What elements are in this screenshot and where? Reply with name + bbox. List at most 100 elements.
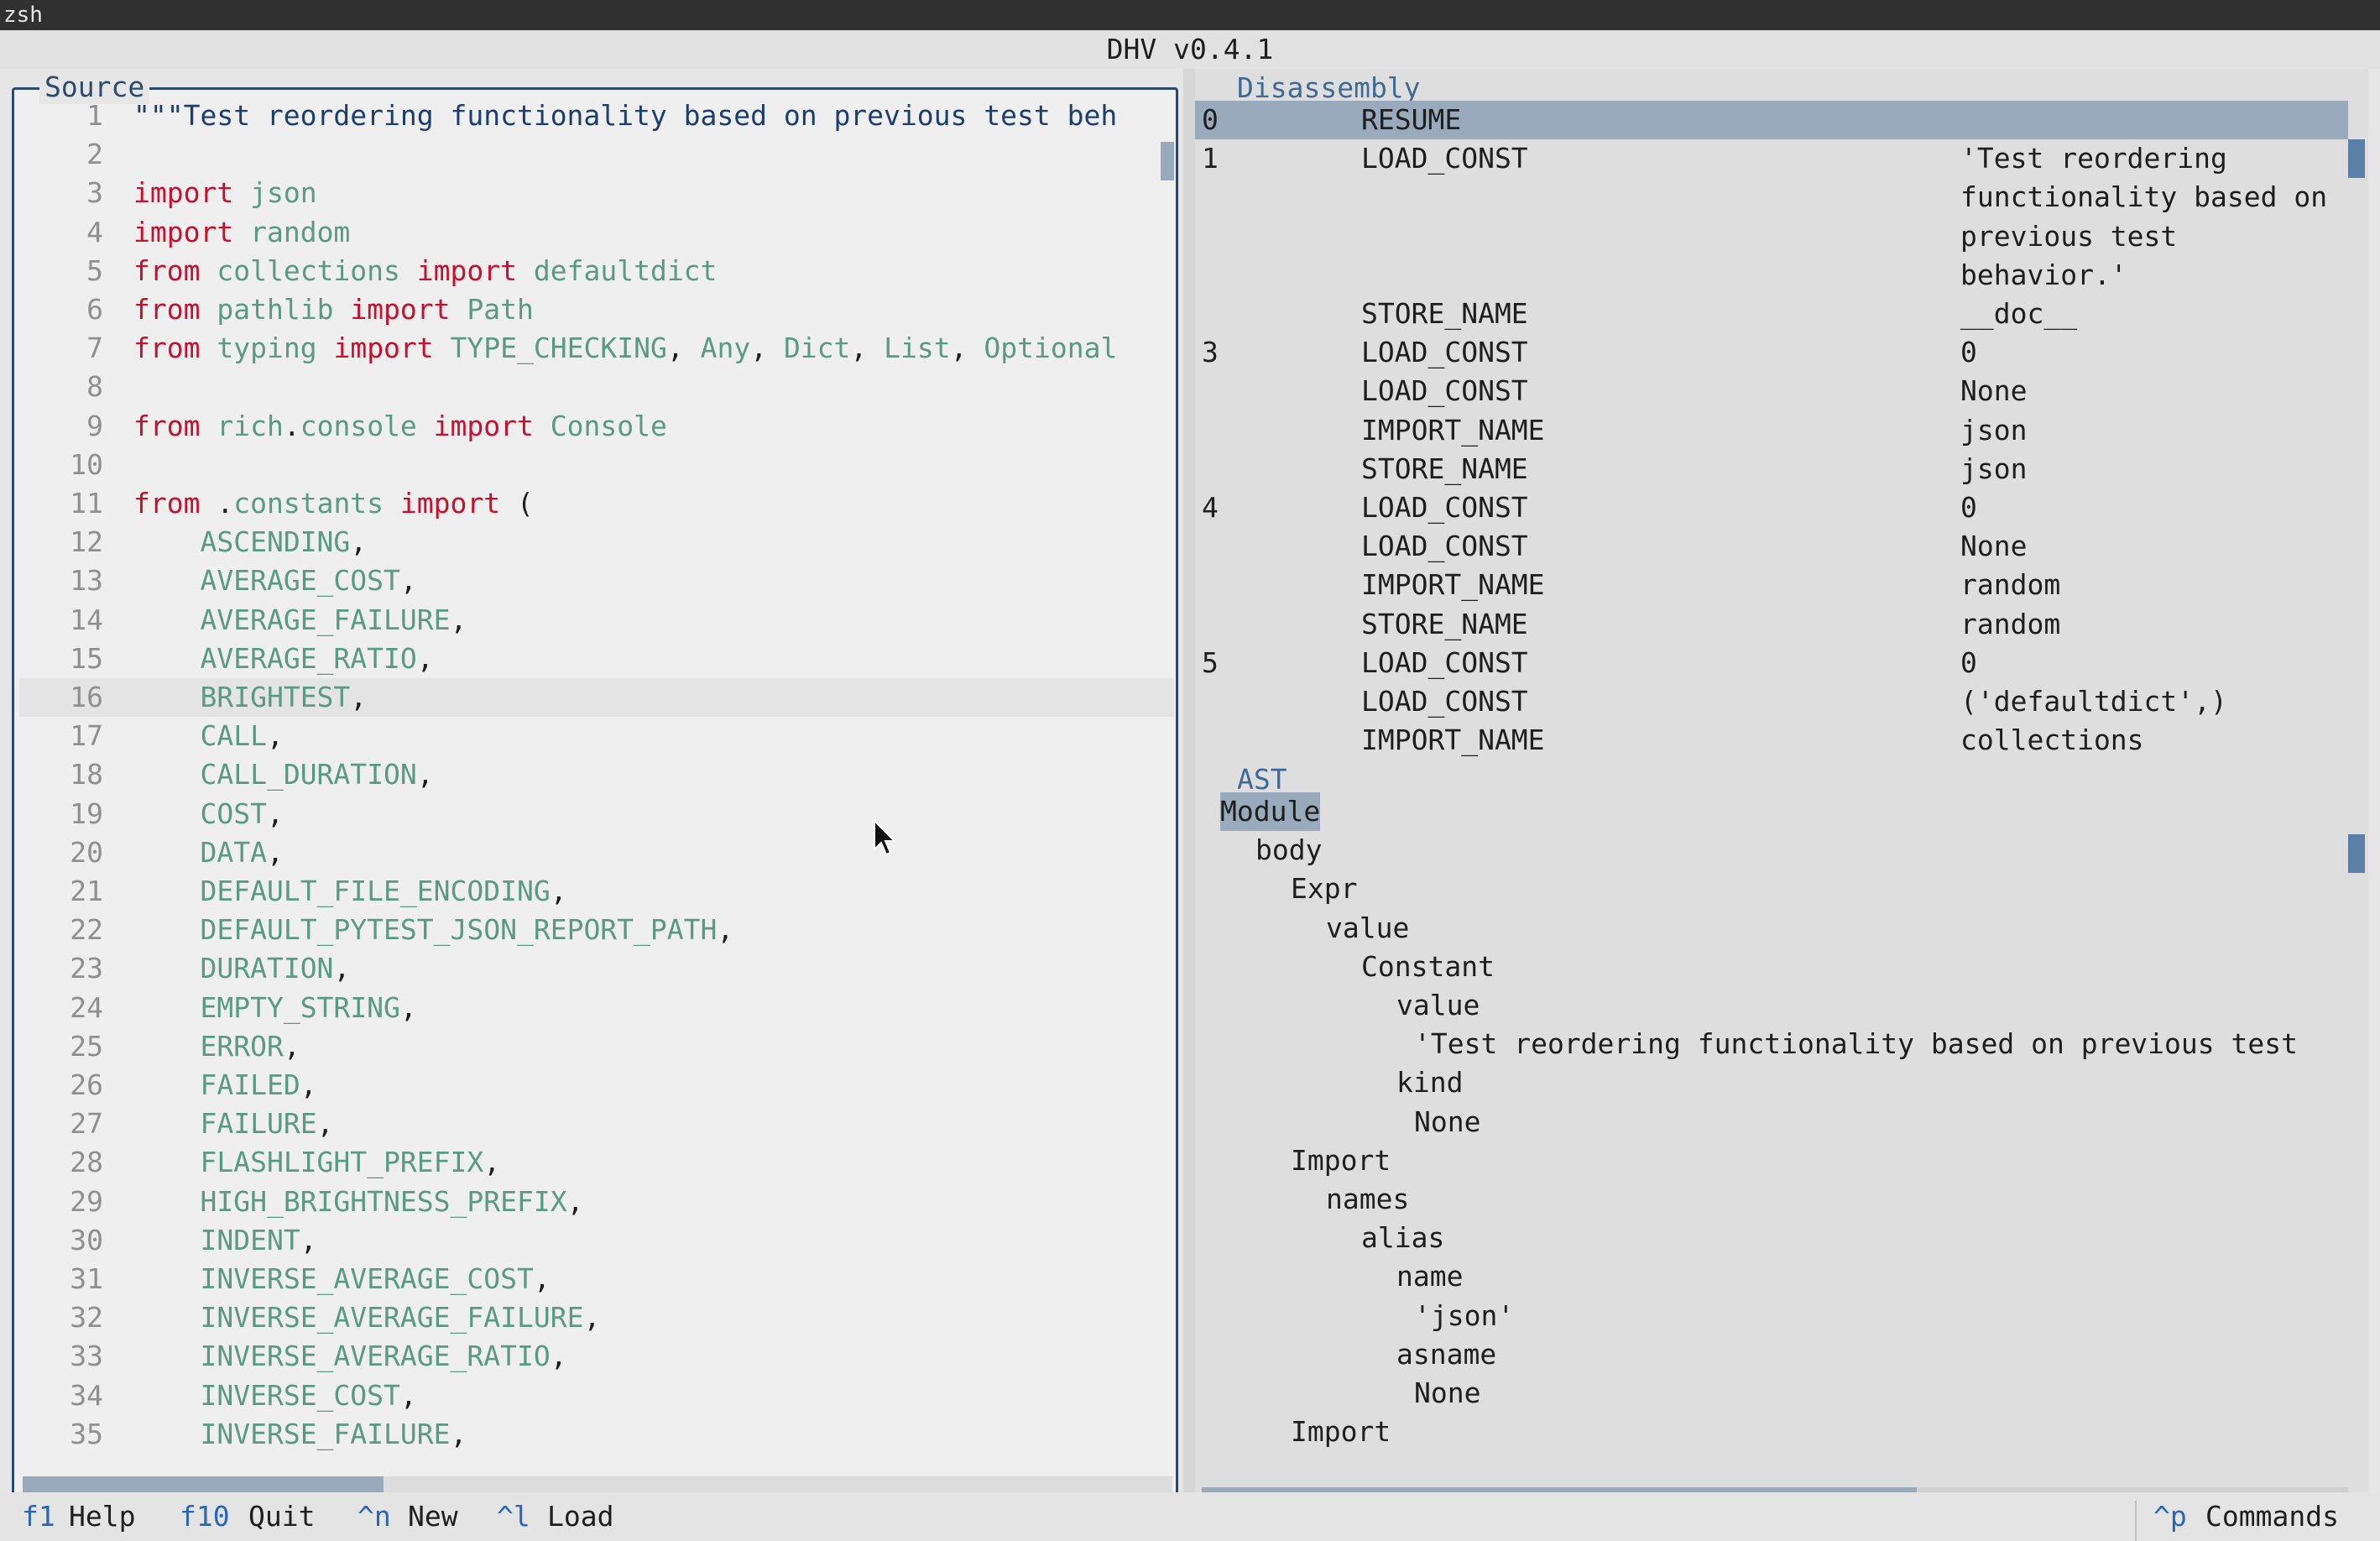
ast-node[interactable]: Import: [1291, 1141, 1391, 1180]
ast-node[interactable]: Constant: [1361, 948, 1495, 986]
disassembly-row[interactable]: 0 RESUME: [1195, 101, 2348, 139]
source-line[interactable]: 31 INVERSE_AVERAGE_COST,: [19, 1260, 1174, 1298]
ast-node[interactable]: None: [1414, 1374, 1480, 1413]
disassembly-row[interactable]: 5 LOAD_CONST 0: [1195, 644, 2348, 682]
disassembly-row[interactable]: functionality based on: [1195, 178, 2348, 217]
source-line[interactable]: 25 ERROR,: [19, 1027, 1174, 1066]
source-line[interactable]: 15 AVERAGE_RATIO,: [19, 640, 1174, 678]
ast-node[interactable]: value: [1326, 909, 1409, 948]
source-line[interactable]: 4 import random: [19, 213, 1174, 252]
source-line[interactable]: 17 CALL,: [19, 717, 1174, 755]
disassembly-row[interactable]: 4 LOAD_CONST 0: [1195, 488, 2348, 527]
ast-vertical-scroll-thumb[interactable]: [2348, 834, 2365, 873]
source-line[interactable]: 7 from typing import TYPE_CHECKING, Any, …: [19, 329, 1174, 368]
disassembly-row[interactable]: STORE_NAME random: [1195, 605, 2348, 644]
source-line[interactable]: 2: [19, 135, 1174, 174]
source-line[interactable]: 33 INVERSE_AVERAGE_RATIO,: [19, 1337, 1174, 1376]
source-line[interactable]: 1 """Test reordering functionality based …: [19, 97, 1174, 135]
source-line[interactable]: 14 AVERAGE_FAILURE,: [19, 601, 1174, 640]
line-number: 14: [70, 603, 103, 636]
disassembly-row[interactable]: LOAD_CONST None: [1195, 527, 2348, 566]
source-line[interactable]: 35 INVERSE_FAILURE,: [19, 1415, 1174, 1454]
source-line[interactable]: 11 from .constants import (: [19, 484, 1174, 523]
source-pane[interactable]: Source 1 """Test reordering functionality…: [12, 71, 1178, 1516]
ast-node[interactable]: Expr: [1291, 870, 1357, 908]
source-line[interactable]: 8: [19, 368, 1174, 406]
source-line[interactable]: 12 ASCENDING,: [19, 523, 1174, 562]
disassembly-row[interactable]: STORE_NAME json: [1195, 450, 2348, 488]
ast-pane[interactable]: AST Module body Expr value Constant value 'Tes…: [1195, 760, 2368, 1524]
ast-node[interactable]: body: [1255, 831, 1322, 870]
source-line[interactable]: 21 DEFAULT_FILE_ENCODING,: [19, 872, 1174, 911]
source-line[interactable]: 9 from rich.console import Console: [19, 407, 1174, 446]
commands-label[interactable]: Commands: [2205, 1492, 2339, 1541]
source-line[interactable]: 10: [19, 446, 1174, 484]
disassembly-row[interactable]: 3 LOAD_CONST 0: [1195, 333, 2348, 372]
disassembly-row[interactable]: LOAD_CONST ('defaultdict',): [1195, 682, 2348, 721]
code-token: ,: [416, 641, 434, 675]
disassembly-row[interactable]: behavior.': [1195, 256, 2348, 295]
source-code: INVERSE_FAILURE,: [133, 1415, 467, 1454]
disassembly-row[interactable]: previous test: [1195, 217, 2348, 256]
source-line[interactable]: 16 BRIGHTEST,: [19, 678, 1174, 717]
ast-node[interactable]: name: [1396, 1257, 1463, 1296]
source-line[interactable]: 18 CALL_DURATION,: [19, 755, 1174, 794]
ast-node[interactable]: Import: [1291, 1413, 1391, 1451]
new-key[interactable]: ^n: [358, 1492, 391, 1541]
source-line[interactable]: 28 FLASHLIGHT_PREFIX,: [19, 1143, 1174, 1182]
disassembly-vertical-scroll-thumb[interactable]: [2348, 139, 2365, 178]
ast-node[interactable]: value: [1396, 986, 1480, 1025]
disassembly-row[interactable]: IMPORT_NAME random: [1195, 566, 2348, 604]
source-line[interactable]: 24 EMPTY_STRING,: [19, 989, 1174, 1027]
source-line[interactable]: 30 INDENT,: [19, 1221, 1174, 1260]
source-line[interactable]: 19 COST,: [19, 795, 1174, 833]
ast-node[interactable]: 'Test reordering functionality based on …: [1414, 1025, 2298, 1063]
disassembly-pane[interactable]: Disassembly 0 RESUME 1 LOAD_CONST 'Test reor…: [1195, 69, 2368, 787]
source-code: AVERAGE_FAILURE,: [133, 601, 467, 640]
ast-node[interactable]: alias: [1361, 1219, 1444, 1257]
source-line[interactable]: 29 HIGH_BRIGHTNESS_PREFIX,: [19, 1183, 1174, 1221]
source-line[interactable]: 13 AVERAGE_COST,: [19, 562, 1174, 600]
source-code-view[interactable]: 1 """Test reordering functionality based …: [19, 90, 1174, 1466]
quit-label[interactable]: Quit: [248, 1492, 315, 1541]
load-label[interactable]: Load: [547, 1492, 613, 1541]
quit-key[interactable]: f10: [180, 1492, 230, 1541]
new-label[interactable]: New: [408, 1492, 458, 1541]
disassembly-row[interactable]: IMPORT_NAME json: [1195, 411, 2348, 450]
ast-node[interactable]: asname: [1396, 1335, 1496, 1374]
disassembly-row[interactable]: STORE_NAME __doc__: [1195, 295, 2348, 333]
code-token: """Test reordering functionality based o…: [133, 99, 1118, 132]
source-line[interactable]: 6 from pathlib import Path: [19, 290, 1174, 329]
source-line[interactable]: 23 DURATION,: [19, 949, 1174, 988]
source-line[interactable]: 34 INVERSE_COST,: [19, 1376, 1174, 1415]
disassembly-row[interactable]: 1 LOAD_CONST 'Test reordering: [1195, 139, 2348, 178]
disassembly-row[interactable]: LOAD_CONST None: [1195, 372, 2348, 410]
line-number: 22: [70, 913, 103, 947]
source-line[interactable]: 3 import json: [19, 174, 1174, 212]
ast-node[interactable]: Module: [1220, 792, 1321, 831]
source-line[interactable]: 27 FAILURE,: [19, 1105, 1174, 1143]
help-key[interactable]: f1: [22, 1492, 55, 1541]
source-line[interactable]: 5 from collections import defaultdict: [19, 252, 1174, 290]
commands-key[interactable]: ^p: [2153, 1492, 2187, 1541]
line-number: 9: [86, 409, 103, 442]
source-code: BRIGHTEST,: [133, 678, 367, 717]
source-line[interactable]: 20 DATA,: [19, 833, 1174, 872]
ast-node[interactable]: None: [1414, 1103, 1480, 1141]
ast-node[interactable]: kind: [1396, 1063, 1463, 1102]
help-label[interactable]: Help: [69, 1492, 135, 1541]
source-line[interactable]: 22 DEFAULT_PYTEST_JSON_REPORT_PATH,: [19, 911, 1174, 949]
disassembly-row[interactable]: IMPORT_NAME collections: [1195, 721, 2348, 760]
code-token: ,: [399, 990, 417, 1024]
ast-node[interactable]: 'json': [1414, 1297, 1514, 1335]
pane-divider[interactable]: [1183, 69, 1195, 1526]
code-token: import: [133, 176, 234, 210]
ast-node[interactable]: names: [1326, 1180, 1409, 1219]
source-line[interactable]: 26 FAILED,: [19, 1066, 1174, 1105]
source-code: CALL,: [133, 717, 283, 755]
load-key[interactable]: ^l: [497, 1492, 530, 1541]
source-vertical-scroll-thumb[interactable]: [1161, 142, 1174, 180]
source-line[interactable]: 32 INVERSE_AVERAGE_FAILURE,: [19, 1298, 1174, 1337]
